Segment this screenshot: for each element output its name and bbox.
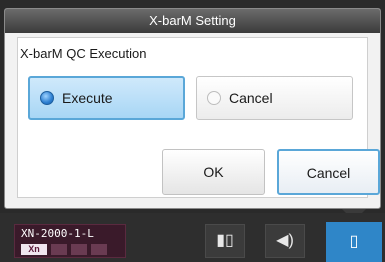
ok-button[interactable]: OK <box>162 149 265 195</box>
cancel-button[interactable]: Cancel <box>277 149 380 195</box>
device-status-block <box>71 244 87 255</box>
radio-selected-icon <box>40 91 54 105</box>
execute-option[interactable]: Execute <box>28 76 185 120</box>
cancel-option-label: Cancel <box>229 90 273 106</box>
device-mode-badge: Xn <box>21 244 47 255</box>
device-status-block <box>51 244 67 255</box>
dialog-title: X-barM Setting <box>5 9 380 33</box>
document-icon[interactable]: ▯ <box>326 222 382 262</box>
analyzer-status-icon[interactable]: ▮▯ <box>205 224 245 258</box>
cancel-option[interactable]: Cancel <box>196 76 353 120</box>
device-name: XN-2000-1-L <box>21 227 94 240</box>
device-indicator[interactable]: XN-2000-1-L Xn <box>14 224 126 258</box>
device-status-block <box>91 244 107 255</box>
execute-option-label: Execute <box>62 90 113 106</box>
speaker-icon[interactable]: ◀) <box>265 224 305 258</box>
radio-unselected-icon <box>207 91 221 105</box>
qc-execution-label: X-barM QC Execution <box>20 46 147 61</box>
